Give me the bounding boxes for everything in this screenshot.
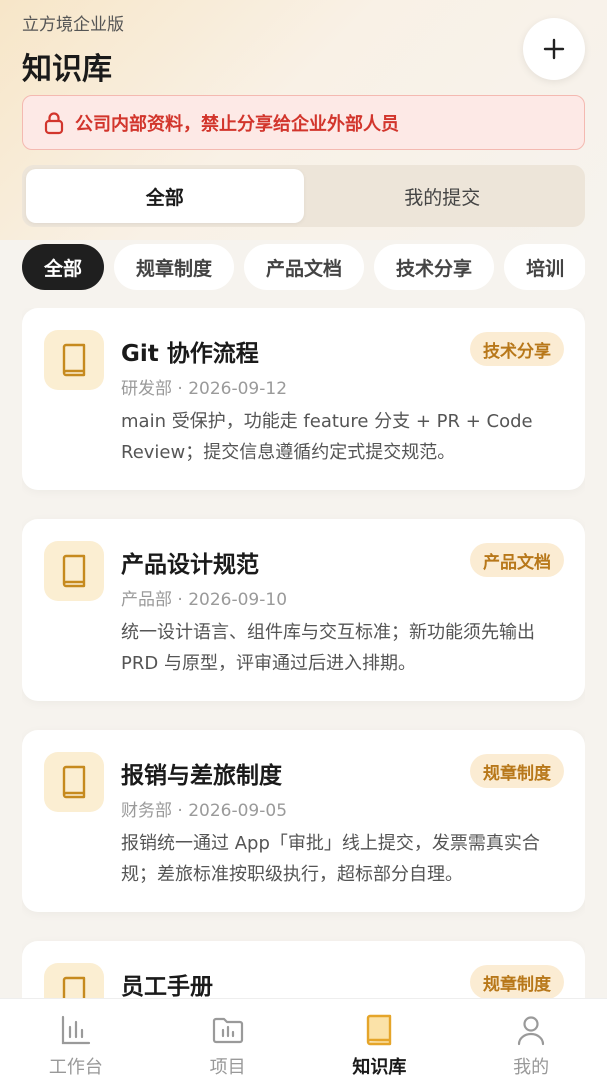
tab-projects[interactable]: 项目 xyxy=(152,999,304,1080)
book-icon xyxy=(367,1014,392,1046)
tab-label: 项目 xyxy=(209,1057,246,1078)
document-summary: main 受保护，功能走 feature 分支 + PR + Code Revi… xyxy=(121,411,533,463)
bar-chart-icon xyxy=(61,1015,90,1045)
document-list: Git 协作流程 技术分享 研发部 · 2026-09-12 main 受保护，… xyxy=(22,308,585,998)
book-icon xyxy=(44,752,104,812)
document-title: 员工手册 xyxy=(121,974,213,998)
document-summary: 报销统一通过 App「审批」线上提交，发票需真实合规；差旅标准按职级执行，超标部… xyxy=(121,833,540,885)
folder-chart-icon xyxy=(212,1017,243,1044)
chip-tech-sharing[interactable]: 技术分享 xyxy=(374,244,495,290)
category-tag: 规章制度 xyxy=(470,754,564,788)
user-icon xyxy=(518,1016,545,1046)
chip-training[interactable]: 培训 xyxy=(504,244,585,290)
confidential-notice: 公司内部资料，禁止分享给企业外部人员 xyxy=(22,95,585,150)
chip-all[interactable]: 全部 xyxy=(22,244,105,290)
scope-segmented-control: 全部 我的提交 xyxy=(22,165,585,227)
tab-workbench[interactable]: 工作台 xyxy=(0,999,152,1080)
segment-all[interactable]: 全部 xyxy=(26,169,304,223)
book-icon xyxy=(44,541,104,601)
document-title: 报销与差旅制度 xyxy=(121,763,282,789)
add-document-button[interactable] xyxy=(523,18,585,80)
tab-knowledge-base[interactable]: 知识库 xyxy=(304,999,456,1080)
document-meta: 研发部 · 2026-09-12 xyxy=(121,379,288,399)
tab-label: 工作台 xyxy=(48,1057,103,1078)
document-card[interactable]: 报销与差旅制度 规章制度 财务部 · 2026-09-05 报销统一通过 App… xyxy=(22,730,585,912)
document-card[interactable]: 产品设计规范 产品文档 产品部 · 2026-09-10 统一设计语言、组件库与… xyxy=(22,519,585,701)
org-name: 立方境企业版 xyxy=(22,15,124,35)
category-tag: 产品文档 xyxy=(470,543,564,577)
tab-label: 知识库 xyxy=(352,1057,407,1078)
book-icon xyxy=(44,963,104,998)
document-card[interactable]: Git 协作流程 技术分享 研发部 · 2026-09-12 main 受保护，… xyxy=(22,308,585,490)
book-icon xyxy=(44,330,104,390)
plus-icon xyxy=(543,38,565,60)
chip-regulations[interactable]: 规章制度 xyxy=(114,244,235,290)
document-meta: 财务部 · 2026-09-05 xyxy=(121,801,288,821)
chip-product-docs[interactable]: 产品文档 xyxy=(244,244,365,290)
category-filter: 全部 规章制度 产品文档 技术分享 培训 xyxy=(22,244,585,292)
page-title: 知识库 xyxy=(22,52,112,87)
category-tag: 规章制度 xyxy=(470,965,564,998)
page-header: 立方境企业版 知识库 xyxy=(22,10,585,90)
tab-me[interactable]: 我的 xyxy=(455,999,607,1080)
bottom-tab-bar: 工作台 项目 知识库 我的 xyxy=(0,998,607,1080)
document-card[interactable]: 员工手册 规章制度 xyxy=(22,941,585,998)
document-meta: 产品部 · 2026-09-10 xyxy=(121,590,288,610)
document-title: Git 协作流程 xyxy=(121,341,259,367)
tab-label: 我的 xyxy=(513,1057,550,1078)
notice-text: 公司内部资料，禁止分享给企业外部人员 xyxy=(75,113,399,135)
document-summary: 统一设计语言、组件库与交互标准；新功能须先输出 PRD 与原型，评审通过后进入排… xyxy=(121,622,535,674)
category-tag: 技术分享 xyxy=(470,332,564,366)
document-title: 产品设计规范 xyxy=(121,552,259,578)
segment-my-submissions[interactable]: 我的提交 xyxy=(304,169,582,223)
lock-icon xyxy=(44,111,64,134)
